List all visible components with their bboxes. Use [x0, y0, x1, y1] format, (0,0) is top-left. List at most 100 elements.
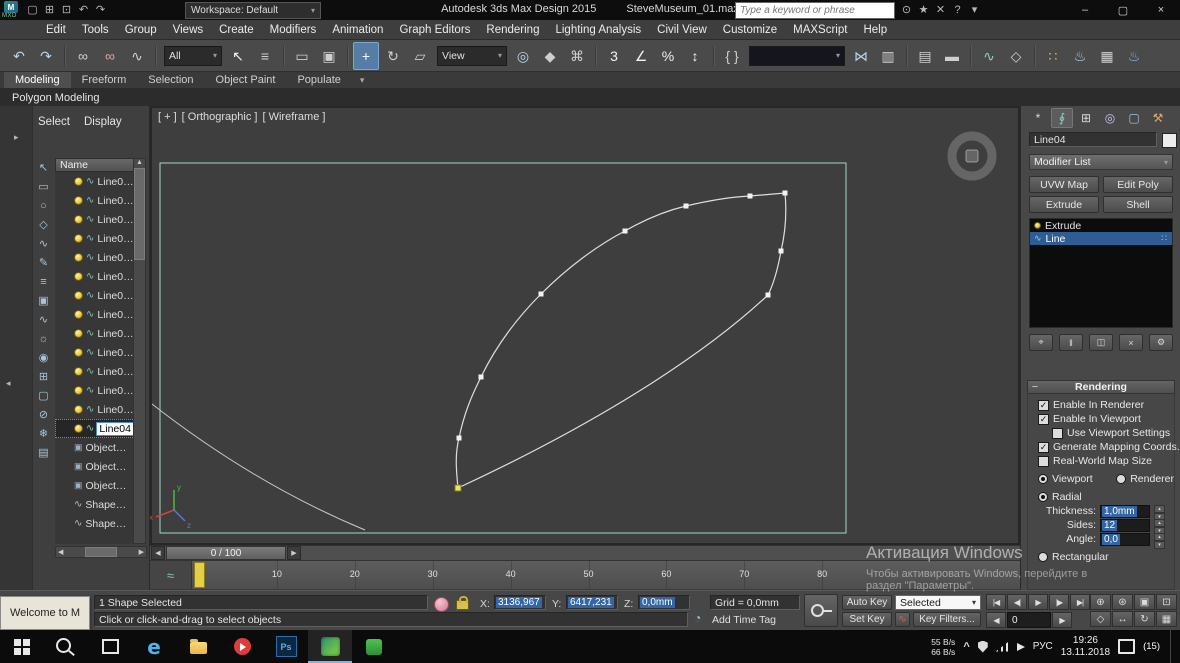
go-to-end-button[interactable]: ▶|: [1070, 594, 1090, 610]
menu-item-group[interactable]: Group: [125, 24, 157, 36]
se-filter-cameras-icon[interactable]: ◉: [33, 348, 54, 367]
bulb-icon[interactable]: [74, 291, 83, 300]
se-circle-region-icon[interactable]: ○: [33, 196, 54, 215]
modify-tab-icon[interactable]: ∮: [1051, 108, 1073, 128]
checkbox-real-world-map-size[interactable]: [1038, 456, 1049, 467]
select-and-link-icon[interactable]: ∞: [70, 42, 96, 70]
viewport-menu-view[interactable]: [ Orthographic ]: [182, 111, 258, 123]
redo-icon[interactable]: ↷: [33, 42, 59, 70]
menu-item-modifiers[interactable]: Modifiers: [270, 24, 317, 36]
radio-viewport[interactable]: [1038, 474, 1048, 484]
explorer-row[interactable]: ∿Line0…: [55, 229, 135, 248]
bulb-icon[interactable]: [74, 424, 83, 433]
radio-radial[interactable]: [1038, 492, 1048, 502]
layer-manager-icon[interactable]: ▤: [912, 42, 938, 70]
collapse-rollout-icon[interactable]: −: [1028, 381, 1042, 393]
checkbox-enable-in-renderer[interactable]: ✓: [1038, 400, 1049, 411]
orbit-icon[interactable]: ↻: [1134, 611, 1155, 627]
edit-poly-button[interactable]: Edit Poly: [1103, 176, 1173, 193]
named-selection-set-dropdown[interactable]: ▾: [749, 46, 845, 66]
play-button[interactable]: ▶: [1028, 594, 1048, 610]
menu-item-tools[interactable]: Tools: [82, 24, 109, 36]
bulb-icon[interactable]: [74, 386, 83, 395]
set-key-button[interactable]: Set Key: [842, 612, 892, 627]
se-freeze-icon[interactable]: ❄: [33, 424, 54, 443]
modifier-stack-item[interactable]: ∿Line∷: [1030, 232, 1172, 245]
current-frame-field[interactable]: 0: [1007, 612, 1051, 628]
welcome-window[interactable]: Welcome to M: [0, 596, 90, 630]
make-unique-icon[interactable]: ◫: [1089, 334, 1113, 351]
minimize-button[interactable]: –: [1066, 0, 1104, 20]
rendered-frame-window-icon[interactable]: ▦: [1094, 42, 1120, 70]
start-button[interactable]: [0, 630, 44, 663]
viewport[interactable]: [ + ] [ Orthographic ] [ Wireframe ] xyz: [150, 106, 1020, 545]
se-filter-geometry-icon[interactable]: ▣: [33, 291, 54, 310]
menu-item-views[interactable]: Views: [173, 24, 203, 36]
zoom-all-icon[interactable]: ⊛: [1112, 594, 1133, 610]
bulb-icon[interactable]: [74, 329, 83, 338]
track-bar-ruler[interactable]: 1020304050607080: [192, 561, 1020, 589]
se-lock-selection-icon[interactable]: ▢: [33, 386, 54, 405]
select-by-name-icon[interactable]: ≡: [252, 42, 278, 70]
x-coordinate-field[interactable]: 3136,967: [494, 595, 546, 610]
expand-right-icon[interactable]: ▸: [14, 132, 19, 143]
rendering-rollout-header[interactable]: − Rendering: [1027, 380, 1175, 394]
zoom-region-icon[interactable]: ⊡: [1156, 594, 1177, 610]
show-desktop-button[interactable]: [1170, 630, 1174, 663]
help-icon[interactable]: ?: [949, 1, 966, 18]
viewport-menu-pos[interactable]: [ + ]: [158, 111, 177, 123]
scroll-left-icon[interactable]: ◀: [58, 548, 63, 556]
language-indicator[interactable]: РУС: [1033, 641, 1053, 652]
ribbon-tab-selection[interactable]: Selection: [137, 72, 204, 88]
auto-key-button[interactable]: Auto Key: [842, 595, 892, 610]
rectangular-selection-region-icon[interactable]: ▭: [289, 42, 315, 70]
display-tab-icon[interactable]: ▢: [1123, 108, 1145, 128]
se-lasso-region-icon[interactable]: ∿: [33, 234, 54, 253]
spinner-snap-icon[interactable]: ↕: [682, 42, 708, 70]
ribbon-tab-populate[interactable]: Populate: [286, 72, 351, 88]
modifier-list-dropdown[interactable]: Modifier List ▾: [1029, 154, 1173, 170]
motion-tab-icon[interactable]: ◎: [1099, 108, 1121, 128]
track-bar[interactable]: ≈ 1020304050607080: [150, 561, 1020, 590]
menu-item-lighting-analysis[interactable]: Lighting Analysis: [555, 24, 641, 36]
set-keys-button[interactable]: [804, 594, 838, 627]
next-frame-mini-button[interactable]: ▶: [287, 546, 301, 560]
explorer-row[interactable]: ∿Line0…: [55, 362, 135, 381]
explorer-row[interactable]: ∿Line0…: [55, 191, 135, 210]
selection-lock-icon[interactable]: [456, 600, 469, 610]
unlink-selection-icon[interactable]: ∞: [97, 42, 123, 70]
se-paint-region-icon[interactable]: ✎: [33, 253, 54, 272]
checkbox-generate-mapping-coords[interactable]: ✓: [1038, 442, 1049, 453]
shell-button[interactable]: Shell: [1103, 196, 1173, 213]
add-time-tag[interactable]: Add Time Tag: [712, 614, 776, 626]
z-coordinate-field[interactable]: 0,0mm: [638, 595, 690, 610]
fov-icon[interactable]: ◇: [1090, 611, 1111, 627]
maximize-viewport-icon[interactable]: ▦: [1156, 611, 1177, 627]
bulb-icon[interactable]: [74, 215, 83, 224]
explorer-menu-display[interactable]: Display: [84, 116, 122, 128]
close-button[interactable]: ×: [1142, 0, 1180, 20]
use-pivot-point-icon[interactable]: ◎: [510, 42, 536, 70]
isolate-selection-icon[interactable]: [434, 597, 449, 612]
previous-frame-button[interactable]: ◀|: [1007, 594, 1027, 610]
explorer-row[interactable]: ∿Line0…: [55, 286, 135, 305]
workspace-dropdown[interactable]: Workspace: Default ▾: [185, 2, 321, 19]
default-in-out-tangents-icon[interactable]: ∿: [895, 612, 910, 627]
search-button[interactable]: [44, 630, 88, 663]
explorer-row[interactable]: ∿Line0…: [55, 400, 135, 419]
hierarchy-tab-icon[interactable]: ⊞: [1075, 108, 1097, 128]
explorer-row[interactable]: ∿Line0…: [55, 172, 135, 191]
spin-down-icon[interactable]: ▾: [1154, 541, 1165, 549]
select-and-scale-icon[interactable]: ▱: [407, 42, 433, 70]
3dsmax-icon[interactable]: [308, 630, 352, 663]
window-crossing-icon[interactable]: ▣: [316, 42, 342, 70]
security-shield-icon[interactable]: [978, 641, 988, 653]
explorer-vertical-scrollbar[interactable]: ▲: [133, 158, 146, 544]
angle-snap-icon[interactable]: ∠: [628, 42, 654, 70]
task-view-button[interactable]: [88, 630, 132, 663]
next-key-button[interactable]: ▶: [1052, 612, 1072, 628]
scrollbar-thumb[interactable]: [134, 168, 145, 260]
key-filter-dropdown[interactable]: Selected ▾: [895, 595, 981, 610]
radio-renderer[interactable]: [1116, 474, 1126, 484]
key-filters-button[interactable]: Key Filters...: [913, 612, 981, 627]
